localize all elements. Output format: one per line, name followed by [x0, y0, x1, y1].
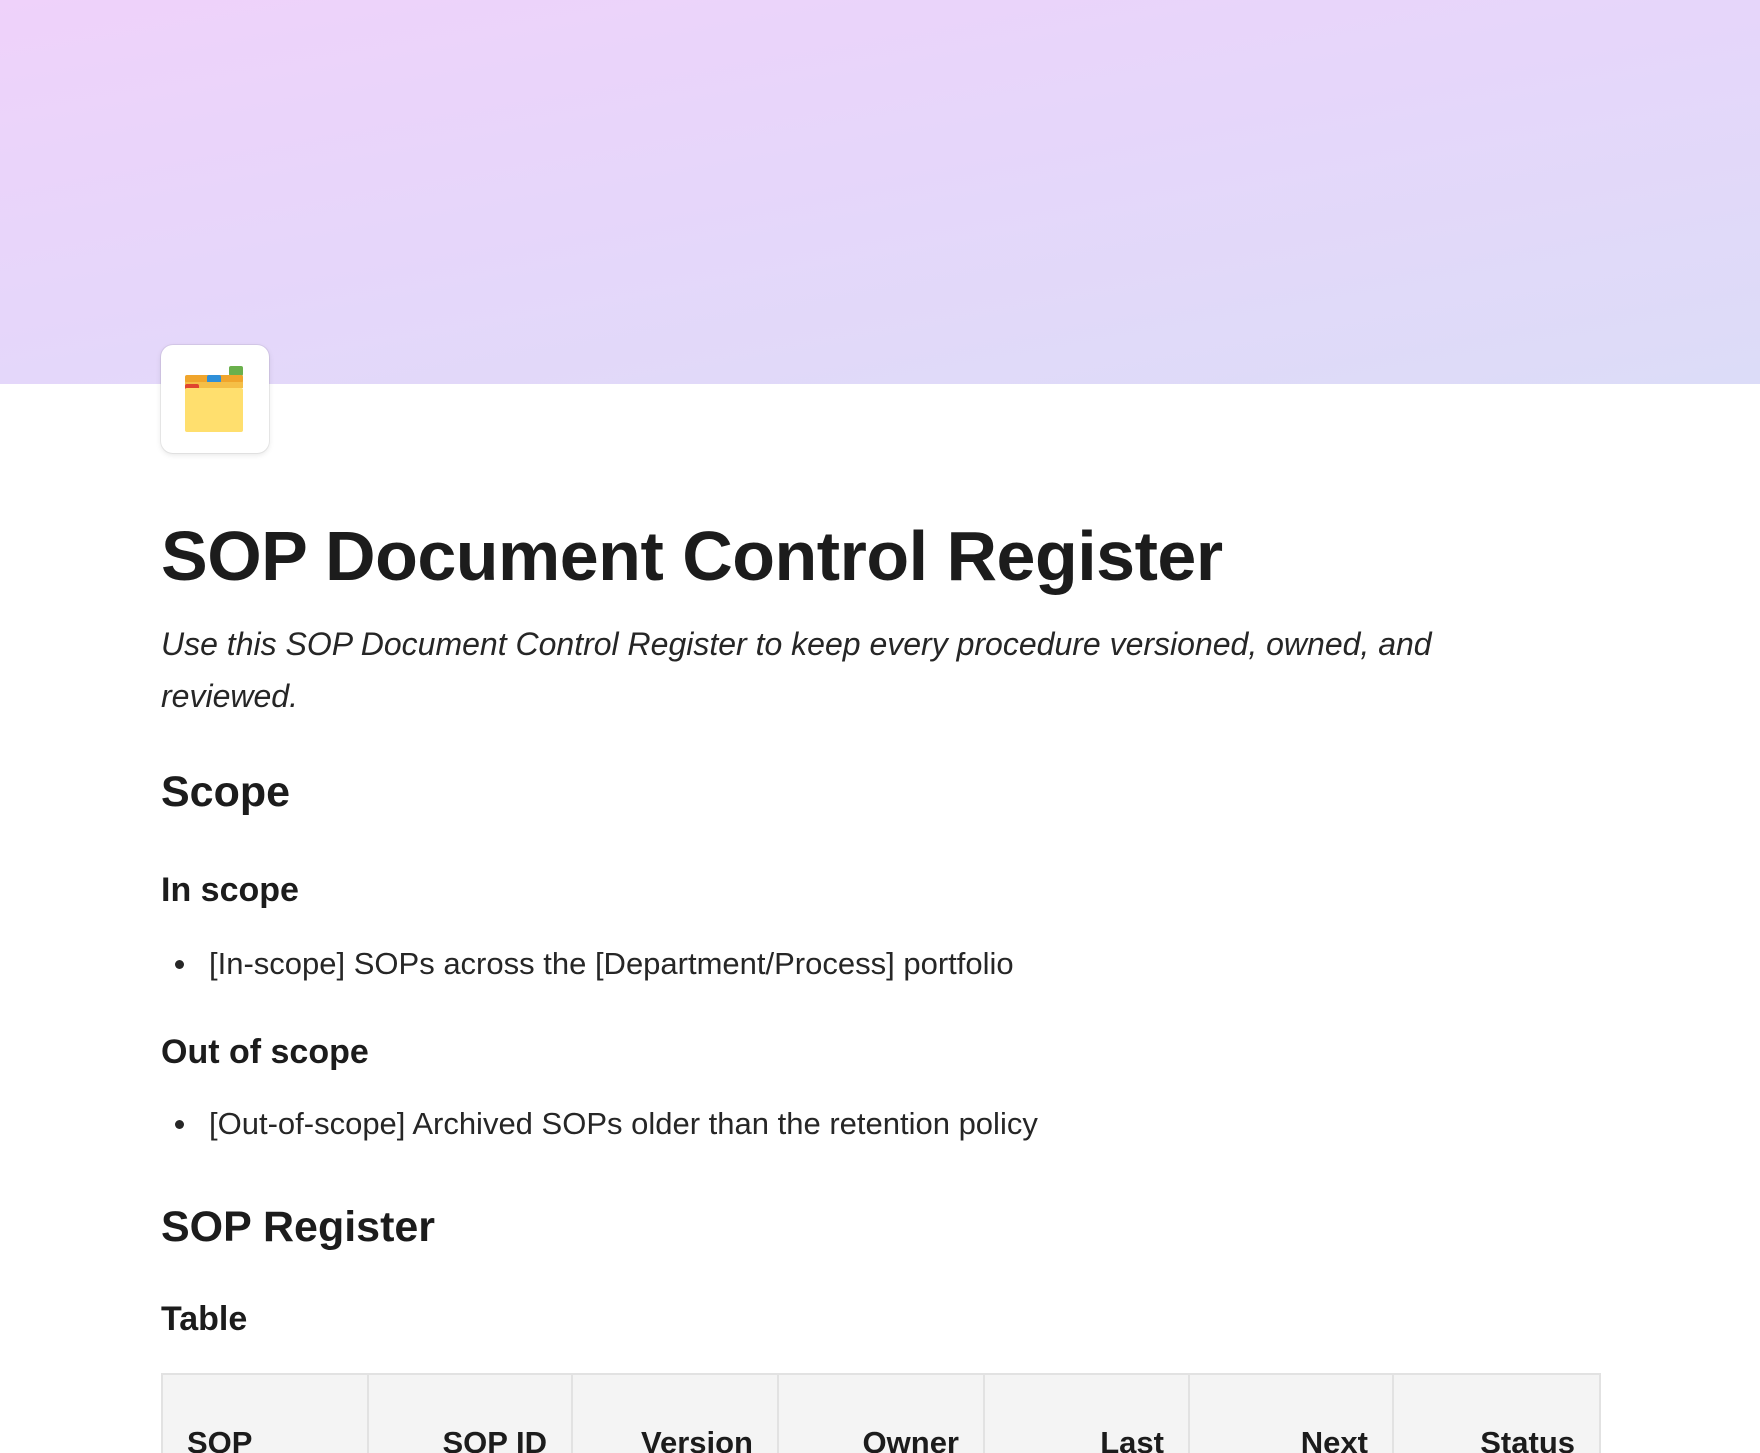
heading-sop-register: SOP Register [161, 1203, 436, 1251]
list-item: [In-scope] SOPs across the [Department/P… [175, 942, 1014, 986]
column-header-status[interactable]: Status [1394, 1375, 1599, 1453]
page-title: SOP Document Control Register [161, 517, 1223, 595]
heading-out-of-scope: Out of scope [161, 1033, 369, 1071]
sop-register-table[interactable]: SOP SOP ID Version Owner Last Next Statu… [161, 1373, 1601, 1453]
column-header-sop[interactable]: SOP [163, 1375, 369, 1453]
column-header-last[interactable]: Last [985, 1375, 1190, 1453]
page-cover [0, 0, 1760, 384]
out-of-scope-list: [Out-of-scope] Archived SOPs older than … [175, 1102, 1038, 1146]
list-item-text: [In-scope] SOPs across the [Department/P… [209, 946, 1014, 981]
card-index-dividers-icon[interactable] [161, 345, 269, 453]
heading-in-scope: In scope [161, 871, 299, 909]
card-index-dividers-icon-graphic [185, 366, 243, 432]
heading-scope: Scope [161, 768, 291, 816]
bullet-dot-icon [175, 1120, 184, 1129]
column-header-next[interactable]: Next [1190, 1375, 1394, 1453]
list-item-text: [Out-of-scope] Archived SOPs older than … [209, 1106, 1038, 1141]
column-header-version[interactable]: Version [573, 1375, 779, 1453]
list-item: [Out-of-scope] Archived SOPs older than … [175, 1102, 1038, 1146]
page-subtitle: Use this SOP Document Control Register t… [161, 626, 1432, 714]
in-scope-list: [In-scope] SOPs across the [Department/P… [175, 942, 1014, 986]
heading-table: Table [161, 1300, 248, 1338]
bullet-dot-icon [175, 960, 184, 969]
column-header-owner[interactable]: Owner [779, 1375, 985, 1453]
table-header-row: SOP SOP ID Version Owner Last Next Statu… [163, 1375, 1599, 1453]
column-header-sop-id[interactable]: SOP ID [369, 1375, 573, 1453]
